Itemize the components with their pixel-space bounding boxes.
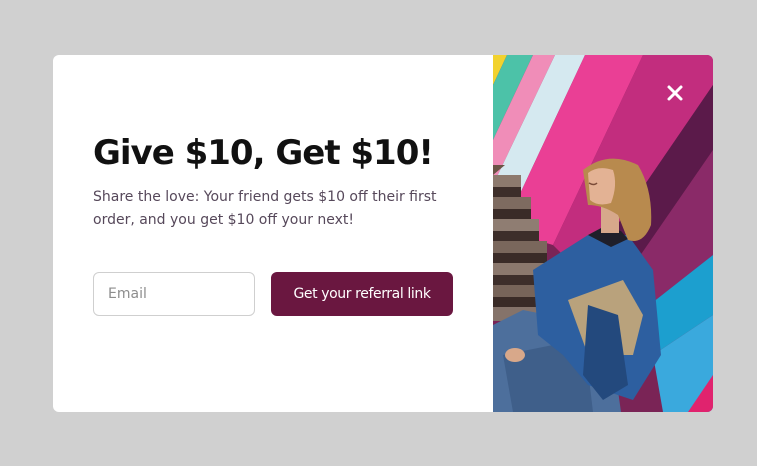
email-input[interactable] bbox=[93, 272, 255, 316]
get-referral-link-button[interactable]: Get your referral link bbox=[271, 272, 453, 316]
close-icon[interactable] bbox=[663, 81, 687, 105]
referral-modal: Give $10, Get $10! Share the love: Your … bbox=[53, 55, 713, 412]
modal-content: Give $10, Get $10! Share the love: Your … bbox=[93, 55, 493, 412]
referral-form: Get your referral link bbox=[93, 272, 453, 316]
woman-on-stairs-photo bbox=[493, 55, 713, 412]
modal-subtext: Share the love: Your friend gets $10 off… bbox=[93, 189, 437, 228]
modal-headline: Give $10, Get $10! bbox=[93, 133, 434, 173]
